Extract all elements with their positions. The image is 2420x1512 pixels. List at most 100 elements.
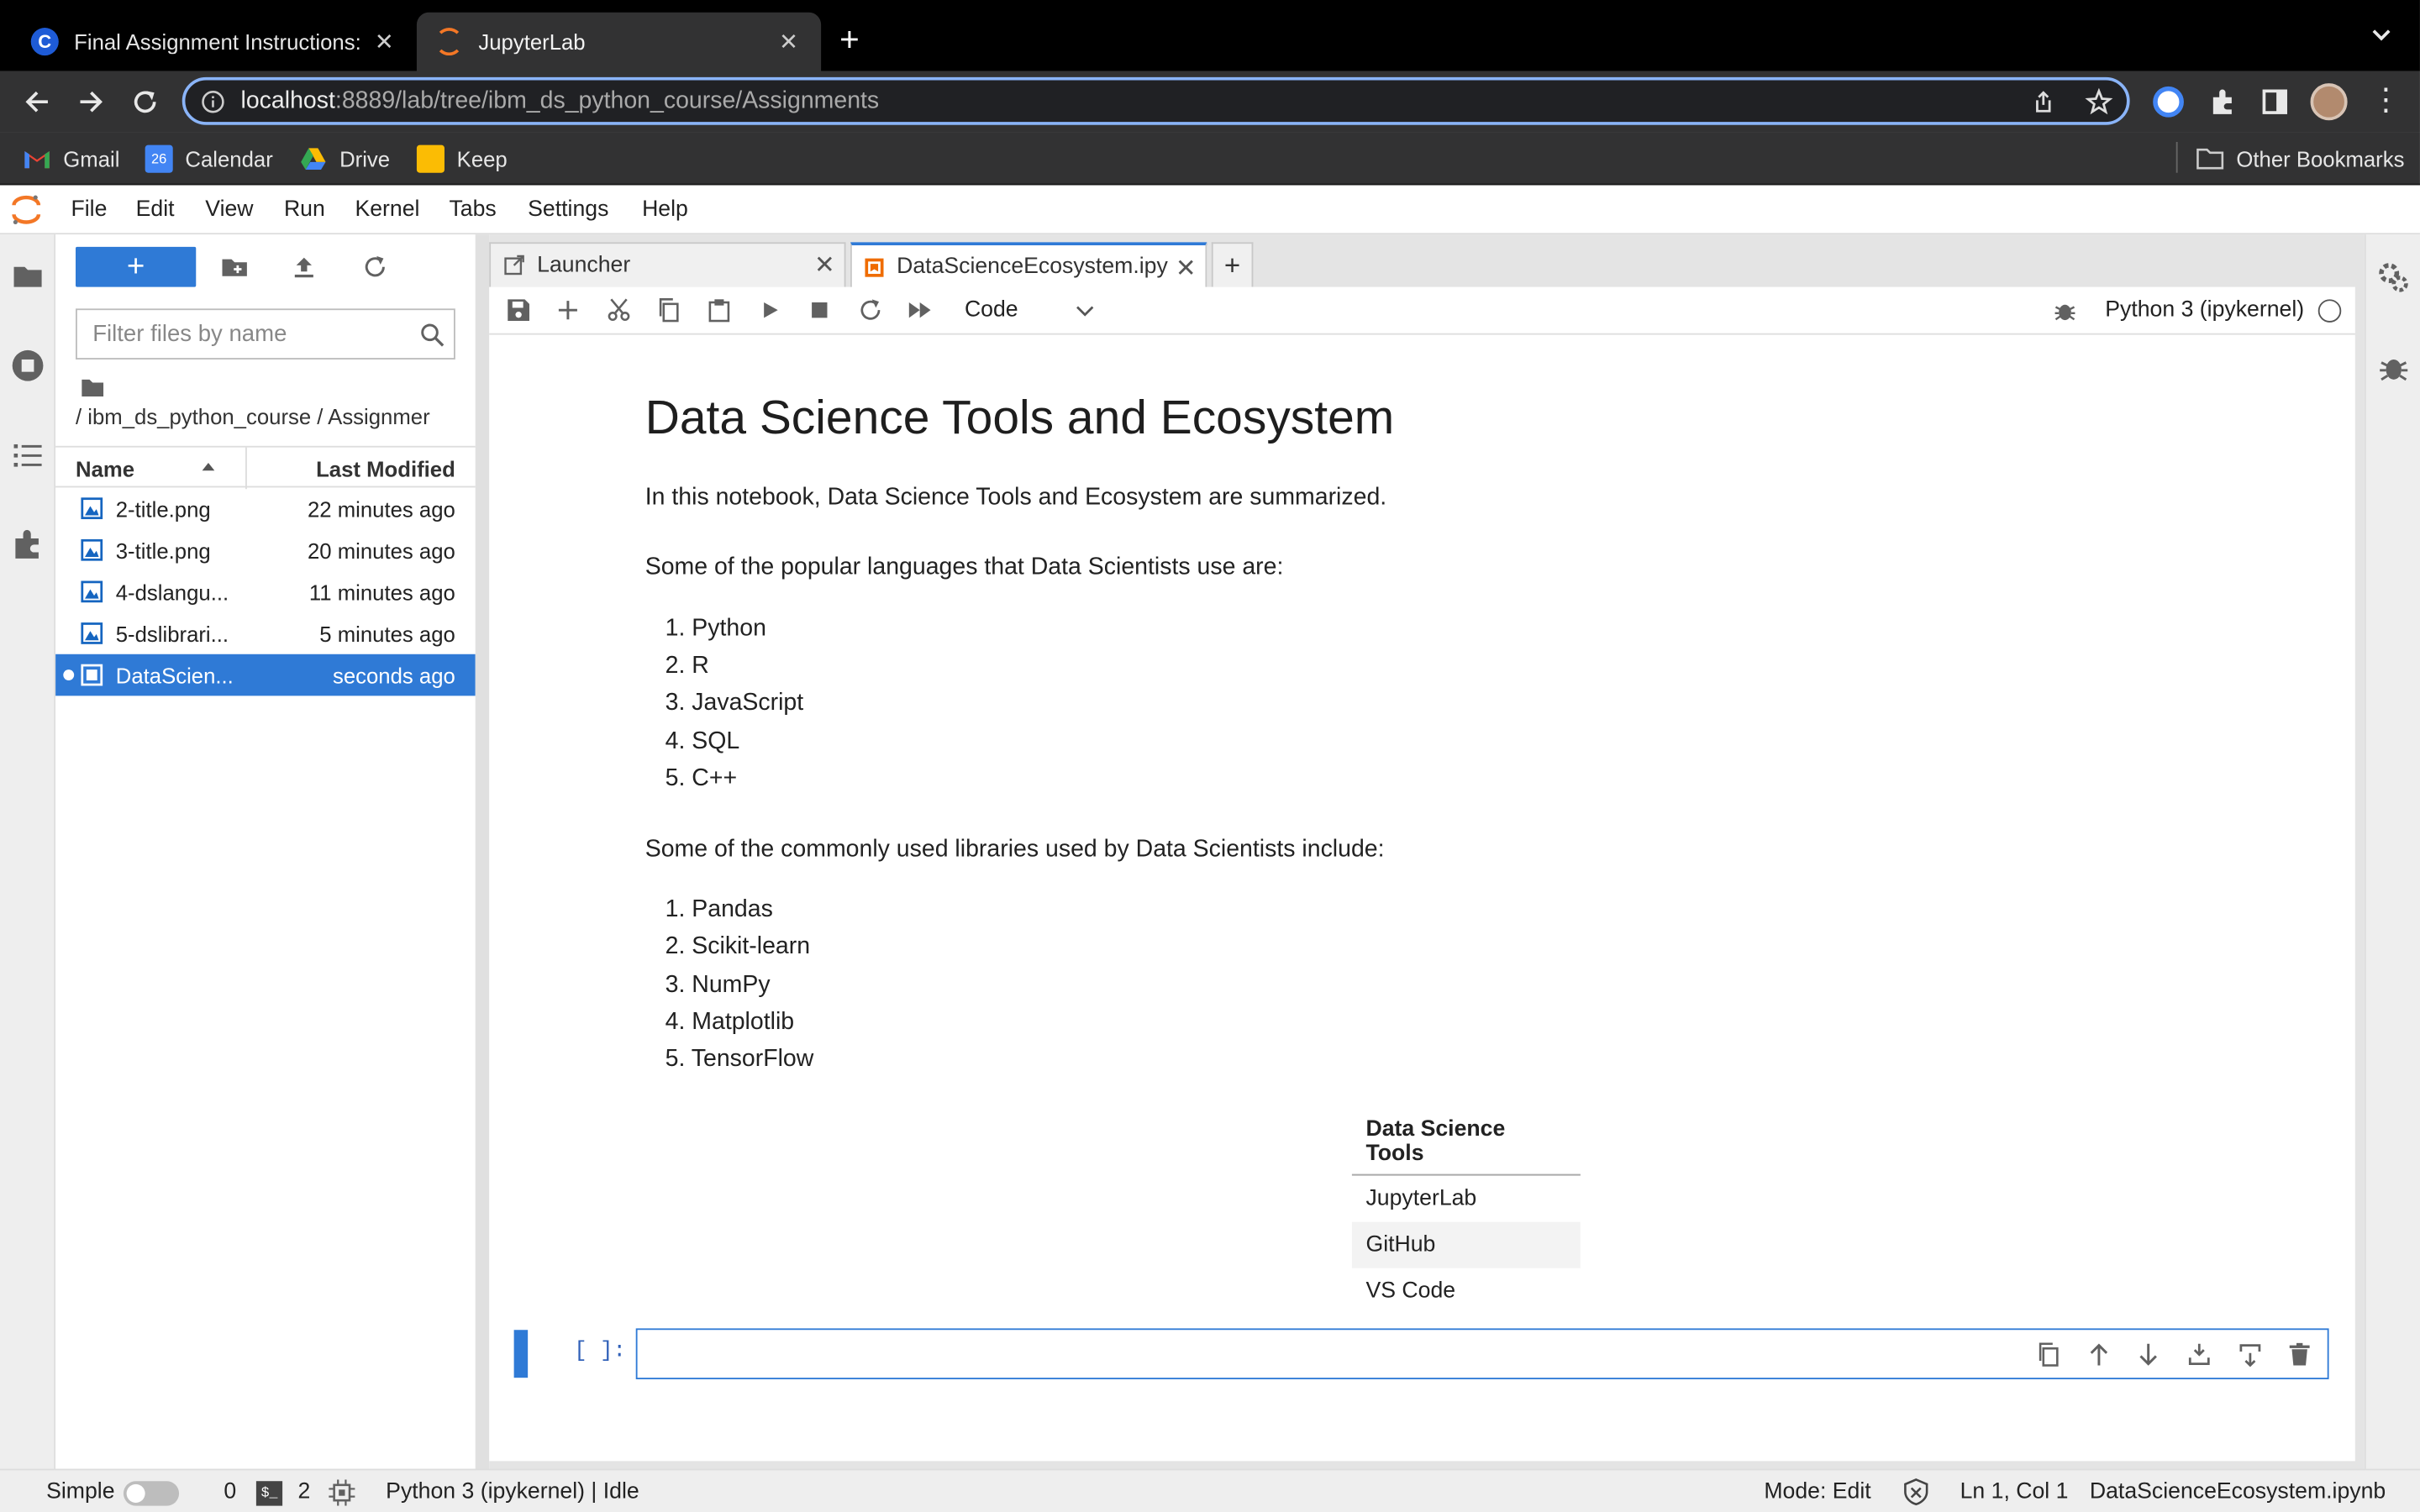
side-panel-icon[interactable]	[2261, 88, 2289, 116]
column-last-modified[interactable]: Last Modified	[316, 457, 455, 481]
move-up-icon[interactable]	[2086, 1342, 2111, 1367]
refresh-icon[interactable]	[361, 253, 389, 281]
insert-cell-icon[interactable]	[555, 297, 580, 322]
profile-avatar[interactable]	[2310, 83, 2348, 121]
menu-settings[interactable]: Settings	[528, 197, 608, 222]
cursor-position[interactable]: Ln 1, Col 1	[1960, 1479, 2069, 1504]
paste-icon[interactable]	[707, 297, 731, 323]
sort-ascending-icon	[201, 461, 216, 472]
copy-icon[interactable]	[656, 297, 681, 323]
file-row[interactable]: 4-dslangu... 11 minutes ago	[55, 571, 476, 613]
tab-search-icon[interactable]	[2370, 28, 2392, 43]
stop-icon[interactable]	[808, 297, 832, 322]
list-item: 3. JavaScript	[665, 690, 804, 717]
file-row-selected[interactable]: DataScien... seconds ago	[55, 654, 476, 696]
duplicate-cell-icon[interactable]	[2036, 1342, 2060, 1367]
extension-manager-icon[interactable]	[11, 528, 45, 561]
browser-toolbar: localhost:8889/lab/tree/ibm_ds_python_co…	[0, 71, 2420, 133]
share-icon[interactable]	[2031, 90, 2055, 114]
close-icon[interactable]: ✕	[371, 28, 398, 55]
save-icon[interactable]	[506, 297, 530, 322]
debugger-icon[interactable]	[2377, 350, 2411, 384]
restart-icon[interactable]	[858, 297, 882, 322]
kernel-name[interactable]: Python 3 (ipykernel)	[2105, 297, 2304, 322]
browser-tab-assignment[interactable]: C Final Assignment Instructions: ✕	[13, 13, 417, 71]
libraries-intro: Some of the commonly used libraries used…	[644, 836, 1385, 863]
new-folder-icon[interactable]	[221, 253, 249, 281]
table-header: Data Science Tools	[1351, 1105, 1581, 1176]
run-icon[interactable]	[758, 297, 782, 322]
move-down-icon[interactable]	[2136, 1342, 2160, 1367]
tab-launcher[interactable]: Launcher ✕	[489, 242, 846, 287]
menu-view[interactable]: View	[205, 197, 253, 222]
table-of-contents-icon[interactable]	[11, 438, 45, 472]
other-bookmarks[interactable]: Other Bookmarks	[2196, 145, 2405, 173]
list-item: 1. Python	[665, 615, 766, 643]
menu-kernel[interactable]: Kernel	[355, 197, 419, 222]
bookmark-calendar[interactable]: 26 Calendar	[145, 144, 273, 173]
kernel-chip-icon	[329, 1479, 355, 1506]
debugger-bug-icon[interactable]	[2053, 297, 2077, 322]
kernel-status[interactable]: Python 3 (ipykernel) | Idle	[386, 1479, 639, 1504]
file-row[interactable]: 2-title.png 22 minutes ago	[55, 487, 476, 529]
run-all-icon[interactable]	[908, 297, 932, 322]
new-launcher-button[interactable]: +	[75, 246, 197, 287]
home-folder-icon[interactable]	[81, 376, 105, 398]
bookmark-star-icon[interactable]	[2085, 87, 2113, 116]
file-browser-folder-icon[interactable]	[11, 260, 45, 293]
close-icon[interactable]: ✕	[1176, 253, 1197, 284]
kernel-count[interactable]: 2	[297, 1479, 310, 1504]
trust-shield-icon[interactable]	[1903, 1478, 1929, 1506]
insert-below-icon[interactable]	[2238, 1342, 2262, 1368]
browser-tab-jupyterlab[interactable]: JupyterLab ✕	[416, 12, 822, 71]
file-modified: 22 minutes ago	[307, 496, 455, 522]
file-row[interactable]: 3-title.png 20 minutes ago	[55, 529, 476, 571]
jupyter-logo	[9, 193, 43, 227]
forward-icon[interactable]	[72, 83, 109, 120]
bookmark-gmail[interactable]: Gmail	[24, 145, 119, 173]
browser-tab-title: Final Assignment Instructions:	[74, 29, 361, 55]
table-cell: GitHub	[1351, 1221, 1581, 1268]
column-name[interactable]: Name	[76, 457, 134, 481]
breadcrumb[interactable]: / ibm_ds_python_course / Assignmer	[76, 404, 477, 428]
extensions-icon[interactable]	[2207, 87, 2238, 118]
bookmark-drive[interactable]: Drive	[299, 145, 390, 173]
filter-files-input[interactable]	[76, 310, 387, 359]
cut-icon[interactable]	[607, 297, 631, 322]
extension-grammar-icon[interactable]	[2153, 86, 2184, 118]
file-row[interactable]: 5-dslibrari... 5 minutes ago	[55, 612, 476, 654]
address-bar[interactable]: localhost:8889/lab/tree/ibm_ds_python_co…	[182, 76, 2130, 125]
add-tab-button[interactable]: +	[1211, 242, 1254, 287]
file-name: 3-title.png	[115, 538, 211, 564]
close-icon[interactable]: ✕	[814, 250, 835, 281]
browser-tab-title: JupyterLab	[478, 29, 586, 55]
languages-intro: Some of the popular languages that Data …	[644, 554, 1284, 580]
file-name: DataScien...	[115, 663, 234, 689]
tab-notebook[interactable]: DataScienceEcosystem.ipy ✕	[850, 242, 1207, 289]
code-cell-editor[interactable]	[635, 1328, 2329, 1380]
new-tab-button[interactable]: +	[839, 23, 860, 56]
menu-edit[interactable]: Edit	[136, 197, 175, 222]
menu-tabs[interactable]: Tabs	[449, 197, 496, 222]
terminal-count[interactable]: 0	[224, 1479, 236, 1504]
browser-menu-icon[interactable]: ⋮	[2370, 85, 2402, 116]
other-bookmarks-label: Other Bookmarks	[2236, 146, 2405, 171]
cell-type-select[interactable]: Code	[961, 297, 1103, 328]
jupyter-icon	[434, 28, 464, 56]
panel-splitter[interactable]	[475, 234, 490, 1469]
insert-above-icon[interactable]	[2187, 1342, 2212, 1367]
bookmark-keep[interactable]: Keep	[416, 144, 508, 173]
menu-file[interactable]: File	[71, 197, 107, 222]
simple-mode-toggle[interactable]	[123, 1481, 180, 1506]
close-icon[interactable]: ✕	[775, 28, 802, 55]
menu-help[interactable]: Help	[642, 197, 688, 222]
upload-icon[interactable]	[290, 253, 318, 281]
back-icon[interactable]	[18, 83, 55, 120]
reload-icon[interactable]	[127, 83, 164, 120]
launcher-icon	[504, 255, 524, 276]
running-kernels-icon[interactable]	[11, 349, 45, 382]
delete-cell-icon[interactable]	[2287, 1342, 2312, 1367]
site-info-icon[interactable]	[201, 90, 225, 114]
property-inspector-icon[interactable]	[2377, 260, 2411, 294]
menu-run[interactable]: Run	[284, 197, 325, 222]
